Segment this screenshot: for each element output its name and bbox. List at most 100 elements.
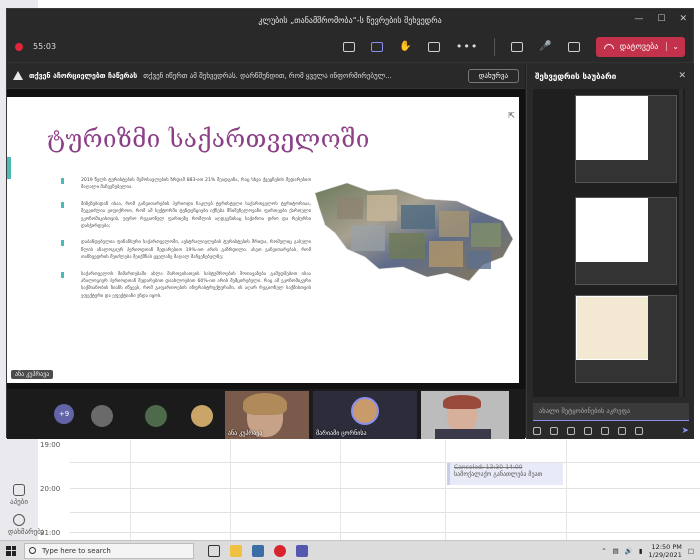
- leave-button[interactable]: დატოვება ⌄: [595, 36, 685, 57]
- presentation-slide: ტურიზმი საქართველოში 2019 წელს ტურისტები…: [7, 97, 519, 383]
- more-actions-icon[interactable]: •••: [456, 40, 478, 53]
- banner-heading: თქვენ აჩორციელებთ ჩაწერას: [29, 71, 138, 80]
- participant-name: ანა კუპრავა: [228, 430, 263, 437]
- dismiss-button[interactable]: დახურვა: [467, 68, 519, 83]
- participant-video[interactable]: ანა კუპრავა: [225, 391, 309, 439]
- notifications-icon[interactable]: □: [688, 547, 694, 555]
- avatar[interactable]: [145, 405, 167, 427]
- meeting-timer: 55:03: [33, 42, 57, 51]
- phone-icon: [603, 44, 614, 49]
- opera-icon[interactable]: [274, 544, 286, 557]
- participant-tile[interactable]: მარიამი ცორნისა: [313, 391, 417, 439]
- window-titlebar: კლუბის „თანამშრომობა“-ს წევრების შეხვედრ…: [7, 9, 693, 31]
- minimize-icon[interactable]: —: [634, 14, 643, 24]
- participant-hair: [443, 395, 481, 409]
- format-icon[interactable]: [533, 427, 541, 435]
- thumbnail-video: [576, 262, 650, 284]
- share-screen-icon[interactable]: [567, 41, 580, 52]
- windows-start-icon[interactable]: [6, 545, 16, 556]
- bullet-mark: [61, 271, 64, 278]
- gif-icon[interactable]: [601, 427, 609, 435]
- network-icon[interactable]: ▤: [613, 547, 619, 555]
- chat-header: შეხვედრის საუბარი ✕: [527, 63, 694, 89]
- chevron-down-icon[interactable]: ⌄: [666, 42, 679, 51]
- slide-title: ტურიზმი საქართველოში: [47, 125, 370, 153]
- thumbnail-chat: [648, 96, 676, 182]
- chat-compose-toolbar: ➤: [533, 425, 689, 437]
- apps-nav[interactable]: აპები: [8, 484, 30, 506]
- sticker-icon[interactable]: [618, 427, 626, 435]
- thumbnail-chat: [648, 198, 676, 284]
- priority-icon[interactable]: [550, 427, 558, 435]
- participant-hair: [243, 393, 287, 415]
- image-message[interactable]: [575, 95, 677, 183]
- screen: აპები დახმარება 19:00 20:00 21:00 Cancel…: [0, 0, 700, 560]
- window-controls: — ☐ ✕: [634, 14, 687, 24]
- thumbnail-chat: [648, 296, 676, 382]
- windows-taskbar: Type here to search ⌃ ▤ 🔊 ▮ 12:50 PM 1/2…: [0, 540, 700, 560]
- participants-icon[interactable]: [343, 41, 356, 52]
- close-icon[interactable]: ✕: [679, 14, 687, 24]
- chat-icon[interactable]: [371, 41, 384, 52]
- day-divider: [445, 440, 446, 540]
- meeting-window: კლუბის „თანამშრომობა“-ს წევრების შეხვედრ…: [6, 8, 694, 439]
- bullet-mark: [61, 178, 64, 184]
- time-label: 20:00: [40, 485, 61, 493]
- image-message[interactable]: [575, 197, 677, 285]
- close-icon[interactable]: ✕: [678, 71, 686, 81]
- meeting-title: კლუბის „თანამშრომობა“-ს წევრების შეხვედრ…: [258, 15, 442, 25]
- event-status: Canceled: 13:30-14:00: [454, 464, 523, 471]
- more-participants-button[interactable]: +9: [54, 404, 74, 424]
- chat-title: შეხვედრის საუბარი: [535, 71, 617, 81]
- participants-strip: +9 ანა კუპრავა მარიამი ცორნისა: [7, 389, 525, 439]
- participant-name: მარიამი ცორნისა: [316, 430, 367, 437]
- thumbnail-slide: [577, 297, 649, 359]
- hour-divider: [70, 488, 700, 489]
- send-icon[interactable]: ➤: [681, 426, 689, 436]
- bullet-item: საქართველოს მიმართებაში ახლა მართვისათვი…: [61, 271, 311, 301]
- attach-icon[interactable]: [567, 427, 575, 435]
- help-nav[interactable]: დახმარება: [8, 514, 44, 536]
- microphone-icon[interactable]: 🎤: [539, 41, 551, 52]
- taskbar-clock[interactable]: 12:50 PM 1/29/2021: [649, 543, 682, 559]
- rooms-icon[interactable]: [427, 41, 440, 52]
- image-message[interactable]: [575, 295, 677, 383]
- day-divider: [566, 440, 567, 540]
- bullet-item: მიზეზებიდან ისაა, რომ განვითარების პერიო…: [61, 201, 311, 231]
- chat-messages: [533, 89, 685, 397]
- more-options-icon[interactable]: [635, 427, 643, 435]
- file-explorer-icon[interactable]: [230, 544, 242, 557]
- meeting-chat-panel: შეხვედრის საუბარი ✕ ახალი შეტყობინების ა…: [526, 63, 694, 439]
- bullet-item: დაბანდებულია ფინანსური საქართველოში, ავს…: [61, 239, 311, 261]
- apps-icon: [13, 484, 25, 496]
- slide-bullets: 2019 წელს ტურისტების შემოსავლების ზრდამ …: [61, 177, 311, 309]
- day-divider: [230, 440, 231, 540]
- task-view-icon[interactable]: [208, 544, 220, 557]
- bullet-mark: [61, 201, 64, 208]
- help-icon: [13, 514, 25, 526]
- chevron-up-icon[interactable]: ⌃: [601, 547, 606, 555]
- bullet-mark: [61, 240, 64, 247]
- maximize-icon[interactable]: ☐: [657, 14, 665, 24]
- avatar[interactable]: [191, 405, 213, 427]
- hour-divider: [70, 512, 700, 513]
- battery-icon[interactable]: ▮: [639, 547, 643, 555]
- store-icon[interactable]: [252, 544, 264, 557]
- camera-icon[interactable]: [511, 41, 524, 52]
- search-icon: [29, 547, 36, 554]
- emoji-icon[interactable]: [584, 427, 592, 435]
- chat-message-input[interactable]: ახალი შეტყობინების აკრეფა: [533, 403, 689, 421]
- avatar[interactable]: [91, 405, 113, 427]
- participant-video[interactable]: [421, 391, 509, 439]
- recording-icon: [15, 42, 23, 51]
- taskbar-search-box[interactable]: Type here to search: [24, 542, 194, 559]
- time-label: 21:00: [40, 529, 61, 537]
- teams-icon[interactable]: [296, 544, 308, 557]
- chat-scrollbar[interactable]: [679, 89, 683, 397]
- banner-message: თქვენ იწერთ ამ შეხვედრას. დარწმუნდით, რო…: [143, 71, 392, 80]
- raise-hand-icon[interactable]: ✋: [399, 41, 411, 52]
- georgia-map-collage: [314, 182, 514, 282]
- calendar-event[interactable]: Canceled: 13:30-14:00 სამოქალაქო განათლე…: [447, 463, 563, 485]
- thumbnail-video: [576, 360, 650, 382]
- volume-icon[interactable]: 🔊: [625, 547, 633, 555]
